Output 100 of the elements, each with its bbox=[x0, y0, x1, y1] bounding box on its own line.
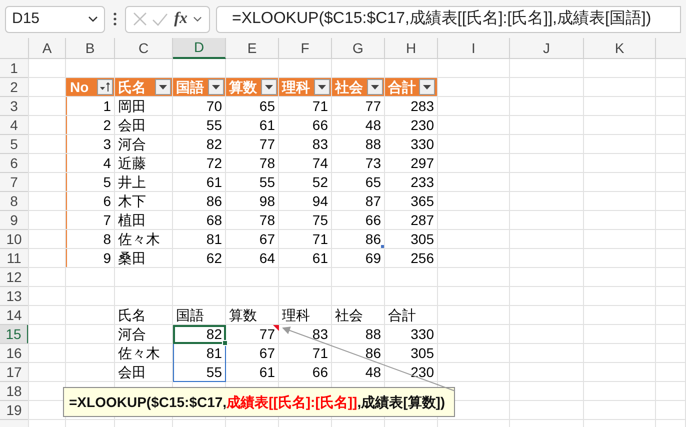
column-header: 氏名 bbox=[118, 78, 146, 96]
table-cell: 78 bbox=[226, 211, 279, 230]
table-cell: 77 bbox=[332, 97, 385, 116]
table-cell: 71 bbox=[279, 230, 332, 249]
column-header[interactable]: A bbox=[29, 38, 66, 59]
table-cell: 佐々木 bbox=[115, 230, 173, 249]
row-header[interactable]: 17 bbox=[0, 363, 29, 382]
table-cell: 61 bbox=[226, 116, 279, 135]
column-header[interactable]: H bbox=[385, 38, 438, 59]
column-header: 算数 bbox=[229, 78, 257, 96]
insert-function-button[interactable]: fx bbox=[174, 11, 188, 27]
column-header[interactable]: B bbox=[66, 38, 115, 59]
table-cell: 62 bbox=[173, 249, 226, 268]
column-header: 社会 bbox=[335, 78, 363, 96]
caret-down-icon bbox=[212, 84, 220, 90]
row-header[interactable]: 10 bbox=[0, 230, 29, 249]
row-header[interactable]: 11 bbox=[0, 249, 29, 268]
column-header[interactable]: K bbox=[584, 38, 656, 59]
column-header[interactable]: E bbox=[226, 38, 279, 59]
table-cell: 75 bbox=[279, 211, 332, 230]
table-cell: 88 bbox=[332, 135, 385, 154]
table-cell: 83 bbox=[279, 135, 332, 154]
chevron-down-icon bbox=[88, 16, 98, 22]
table-cell: 会田 bbox=[115, 116, 173, 135]
table-cell: 48 bbox=[332, 363, 385, 382]
column-header[interactable]: C bbox=[115, 38, 173, 59]
filter-button[interactable] bbox=[367, 79, 383, 95]
table-cell: 52 bbox=[279, 173, 332, 192]
table-cell: 82 bbox=[173, 135, 226, 154]
table-cell: 305 bbox=[385, 344, 438, 363]
table-cell: 河合 bbox=[115, 325, 173, 344]
table-cell: 74 bbox=[279, 154, 332, 173]
column-header[interactable]: G bbox=[332, 38, 385, 59]
table-cell: 66 bbox=[279, 363, 332, 382]
filter-button[interactable] bbox=[419, 79, 435, 95]
table-cell: 83 bbox=[279, 325, 332, 344]
check-icon[interactable] bbox=[152, 12, 168, 26]
table-cell: 社会 bbox=[332, 306, 385, 325]
filter-button[interactable] bbox=[314, 79, 330, 95]
row-header[interactable]: 18 bbox=[0, 382, 29, 401]
row-header[interactable]: 3 bbox=[0, 97, 29, 116]
resize-handle-icon[interactable] bbox=[381, 245, 385, 249]
table-cell: 330 bbox=[385, 135, 438, 154]
row-header[interactable]: 8 bbox=[0, 192, 29, 211]
column-header[interactable]: F bbox=[279, 38, 332, 59]
row-header[interactable]: 19 bbox=[0, 401, 29, 420]
filter-button[interactable] bbox=[261, 79, 277, 95]
table-cell: 77 bbox=[226, 135, 279, 154]
row-header[interactable]: 6 bbox=[0, 154, 29, 173]
column-header: 理科 bbox=[282, 78, 310, 96]
sort-arrow-icon bbox=[100, 82, 110, 92]
table-cell: 86 bbox=[173, 192, 226, 211]
table-cell: 305 bbox=[385, 230, 438, 249]
row-header[interactable]: 15 bbox=[0, 325, 29, 344]
row-header[interactable]: 5 bbox=[0, 135, 29, 154]
table-cell: 86 bbox=[332, 344, 385, 363]
more-options-icon[interactable] bbox=[113, 12, 117, 26]
row-header[interactable]: 7 bbox=[0, 173, 29, 192]
table-cell: 230 bbox=[385, 116, 438, 135]
table-cell: 67 bbox=[226, 230, 279, 249]
sort-filter-button[interactable] bbox=[97, 79, 113, 95]
table-cell: 330 bbox=[385, 325, 438, 344]
table-cell: 岡田 bbox=[115, 97, 173, 116]
caret-down-icon bbox=[265, 84, 273, 90]
row-header[interactable]: 2 bbox=[0, 78, 29, 97]
table-cell: 61 bbox=[226, 363, 279, 382]
column-header: 国語 bbox=[176, 78, 204, 96]
comment-indicator-icon bbox=[273, 325, 279, 331]
row-header[interactable]: 12 bbox=[0, 268, 29, 287]
column-header[interactable]: I bbox=[438, 38, 510, 59]
table-cell: 287 bbox=[385, 211, 438, 230]
column-header: 合計 bbox=[388, 78, 416, 96]
table-cell: 65 bbox=[226, 97, 279, 116]
row-header[interactable]: 13 bbox=[0, 287, 29, 306]
table-cell: 木下 bbox=[115, 192, 173, 211]
table-cell: 61 bbox=[279, 249, 332, 268]
column-header[interactable]: D bbox=[173, 38, 226, 59]
table-cell: 井上 bbox=[115, 173, 173, 192]
table-cell: 桑田 bbox=[115, 249, 173, 268]
row-header[interactable]: 16 bbox=[0, 344, 29, 363]
table-cell: 81 bbox=[173, 230, 226, 249]
table-cell: 78 bbox=[226, 154, 279, 173]
column-header[interactable]: J bbox=[510, 38, 584, 59]
table-cell: 233 bbox=[385, 173, 438, 192]
table-cell: 会田 bbox=[115, 363, 173, 382]
table-cell: 71 bbox=[279, 97, 332, 116]
table-cell: 256 bbox=[385, 249, 438, 268]
name-box[interactable]: D15 bbox=[5, 6, 105, 32]
table-cell: 66 bbox=[279, 116, 332, 135]
table-cell: 72 bbox=[173, 154, 226, 173]
filter-button[interactable] bbox=[155, 79, 171, 95]
table-cell: 69 bbox=[332, 249, 385, 268]
table-cell: 71 bbox=[279, 344, 332, 363]
row-header[interactable]: 1 bbox=[0, 59, 29, 78]
table-cell: 94 bbox=[279, 192, 332, 211]
row-header[interactable]: 9 bbox=[0, 211, 29, 230]
row-header[interactable]: 14 bbox=[0, 306, 29, 325]
row-header[interactable]: 4 bbox=[0, 116, 29, 135]
chevron-down-icon bbox=[193, 16, 202, 22]
filter-button[interactable] bbox=[208, 79, 224, 95]
